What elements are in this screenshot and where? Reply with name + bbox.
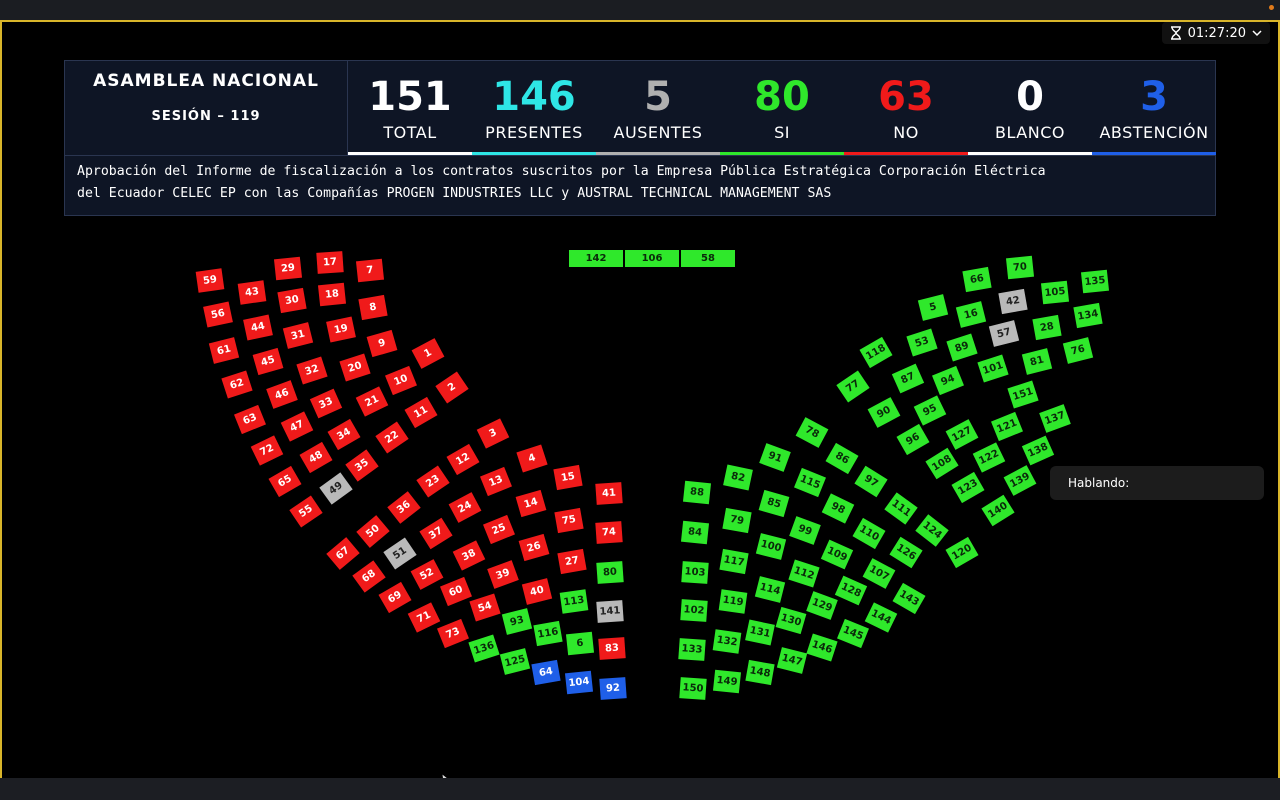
stat-no: 63 NO — [844, 61, 968, 155]
seat-79[interactable]: 79 — [722, 507, 752, 534]
voting-header-panel: ASAMBLEA NACIONAL SESIÓN – 119 151 TOTAL 1… — [64, 60, 1216, 216]
seat-113[interactable]: 113 — [559, 589, 589, 614]
stat-value: 80 — [754, 74, 810, 120]
seat-103[interactable]: 103 — [681, 561, 709, 584]
stat-label: AUSENTES — [613, 123, 703, 142]
divider — [65, 155, 1215, 156]
seat-29[interactable]: 29 — [273, 256, 303, 281]
seat-42[interactable]: 42 — [998, 288, 1028, 315]
hourglass-icon — [1170, 26, 1181, 40]
speaking-panel: Hablando: — [1050, 466, 1264, 500]
seat-84[interactable]: 84 — [680, 520, 710, 545]
seat-41[interactable]: 41 — [595, 482, 623, 505]
seat-18[interactable]: 18 — [317, 282, 347, 307]
seat-132[interactable]: 132 — [712, 629, 742, 654]
seat-141[interactable]: 141 — [596, 600, 624, 623]
seat-66[interactable]: 66 — [962, 266, 992, 293]
stat-blanco: 0 BLANCO — [968, 61, 1092, 155]
seat-64[interactable]: 64 — [531, 659, 561, 686]
stat-label: ABSTENCIÓN — [1099, 123, 1209, 142]
recording-indicator — [1269, 5, 1274, 10]
meeting-timer[interactable]: 01:27:20 — [1161, 22, 1270, 44]
stat-label: SI — [774, 123, 790, 142]
seat-83[interactable]: 83 — [598, 637, 626, 660]
stat-value: 63 — [878, 74, 934, 120]
seat-92[interactable]: 92 — [599, 677, 627, 700]
seat-8[interactable]: 8 — [358, 294, 388, 321]
motion-description: Aprobación del Informe de fiscalización … — [77, 161, 1203, 205]
seat-134[interactable]: 134 — [1073, 302, 1103, 329]
motion-description-line1: Aprobación del Informe de fiscalización … — [77, 164, 1046, 179]
seat-75[interactable]: 75 — [554, 507, 584, 534]
seat-150[interactable]: 150 — [679, 677, 707, 700]
stat-total: 151 TOTAL — [348, 61, 472, 155]
stat-value: 5 — [644, 74, 672, 120]
seat-102[interactable]: 102 — [680, 599, 708, 622]
seat-88[interactable]: 88 — [682, 480, 712, 505]
window-title-bar — [0, 0, 1280, 20]
seat-43[interactable]: 43 — [237, 280, 267, 305]
seat-133[interactable]: 133 — [678, 638, 706, 661]
bottom-toolbar — [0, 778, 1280, 800]
stat-presentes: 146 PRESENTES — [472, 61, 596, 155]
timer-value: 01:27:20 — [1187, 25, 1246, 41]
seat-135[interactable]: 135 — [1080, 269, 1110, 294]
motion-description-line2: del Ecuador CELEC EP con las Compañías P… — [77, 186, 832, 201]
stat-label: TOTAL — [383, 123, 437, 142]
seat-27[interactable]: 27 — [557, 548, 587, 575]
stat-value: 3 — [1140, 74, 1168, 120]
stat-abstencion: 3 ABSTENCIÓN — [1092, 61, 1216, 155]
stat-value: 151 — [368, 74, 452, 120]
seat-119[interactable]: 119 — [718, 589, 748, 614]
seat-149[interactable]: 149 — [712, 669, 742, 694]
stat-si: 80 SI — [720, 61, 844, 155]
seat-7[interactable]: 7 — [355, 258, 385, 283]
speaking-label: Hablando: — [1068, 476, 1130, 490]
seat-59[interactable]: 59 — [195, 268, 225, 293]
seat-6[interactable]: 6 — [565, 631, 595, 656]
seat-142[interactable]: 142 — [569, 250, 623, 267]
stat-label: BLANCO — [995, 123, 1065, 142]
stat-value: 0 — [1016, 74, 1044, 120]
seat-58[interactable]: 58 — [681, 250, 735, 267]
session-label: SESIÓN – 119 — [151, 109, 261, 124]
seat-17[interactable]: 17 — [316, 251, 344, 274]
stat-label: PRESENTES — [485, 123, 583, 142]
stat-value: 146 — [492, 74, 576, 120]
seat-116[interactable]: 116 — [533, 620, 563, 647]
assembly-title-block: ASAMBLEA NACIONAL SESIÓN – 119 — [65, 61, 348, 155]
seat-106[interactable]: 106 — [625, 250, 679, 267]
assembly-title: ASAMBLEA NACIONAL — [93, 71, 319, 91]
seat-148[interactable]: 148 — [745, 659, 775, 686]
seat-104[interactable]: 104 — [564, 670, 594, 695]
seat-70[interactable]: 70 — [1005, 255, 1035, 280]
seat-74[interactable]: 74 — [595, 521, 623, 544]
seat-28[interactable]: 28 — [1032, 314, 1062, 341]
seat-105[interactable]: 105 — [1040, 280, 1070, 305]
stat-ausentes: 5 AUSENTES — [596, 61, 720, 155]
seat-30[interactable]: 30 — [277, 287, 307, 314]
chevron-down-icon[interactable] — [1252, 29, 1262, 37]
seat-117[interactable]: 117 — [719, 548, 749, 575]
stat-label: NO — [893, 123, 919, 142]
seat-80[interactable]: 80 — [596, 561, 624, 584]
seat-15[interactable]: 15 — [553, 464, 583, 491]
